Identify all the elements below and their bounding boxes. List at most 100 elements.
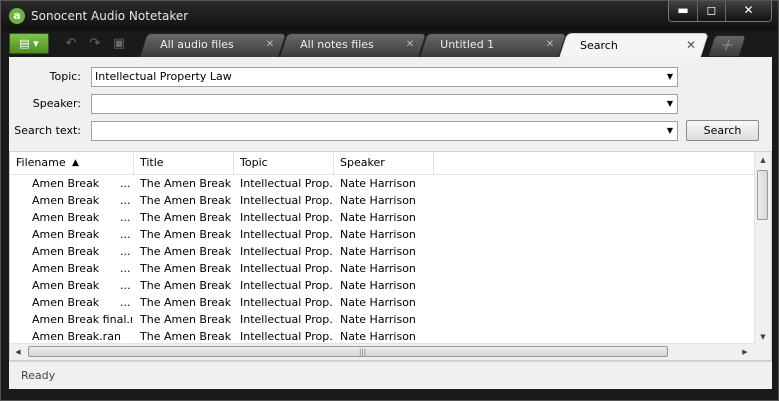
cell-ellipsis: ... <box>120 279 131 292</box>
speaker-label: Speaker: <box>32 97 81 110</box>
cell-speaker: Nate Harrison <box>340 245 416 258</box>
cell-title: The Amen Break <box>140 228 232 241</box>
cell-speaker: Nate Harrison <box>340 177 416 190</box>
tab-all-notes-files[interactable]: All notes files ✕ <box>279 33 427 57</box>
redo-icon[interactable]: ↷ <box>87 36 103 52</box>
table-row[interactable]: Amen Break... The Amen Break Intellectual … <box>10 226 755 243</box>
dropdown-arrow-icon: ▼ <box>666 126 673 135</box>
scroll-up-icon[interactable]: ▲ <box>755 152 771 168</box>
topic-dropdown[interactable]: Intellectual Property Law ▼ <box>91 67 678 87</box>
search-text-label: Search text: <box>14 124 81 137</box>
scroll-down-icon[interactable]: ▼ <box>755 329 771 345</box>
table-row[interactable]: Amen Break... The Amen Break Intellectual … <box>10 277 755 294</box>
cell-filename: Amen Break <box>32 228 100 241</box>
view-menu-button[interactable]: ▤ ▾ <box>9 33 49 54</box>
cell-speaker: Nate Harrison <box>340 228 416 241</box>
horizontal-scrollbar[interactable]: ◀ ||| ▶ <box>10 343 755 360</box>
status-bar: Ready <box>9 361 772 389</box>
table-row[interactable]: Amen Break... The Amen Break Intellectual … <box>10 192 755 209</box>
cell-title: The Amen Break <box>140 194 232 207</box>
horizontal-scroll-thumb[interactable]: ||| <box>28 346 668 357</box>
cell-topic: Intellectual Prop... <box>240 177 332 190</box>
tab-label: All notes files <box>300 38 374 51</box>
column-header-title[interactable]: Title <box>134 152 234 174</box>
tab-search[interactable]: Search ✕ <box>559 33 709 57</box>
cell-ellipsis: ... <box>120 262 131 275</box>
tab-close-icon[interactable]: ✕ <box>686 38 696 52</box>
cell-filename: Amen Break <box>32 177 100 190</box>
app-logo-icon: a <box>9 8 25 24</box>
sort-ascending-icon: ▲ <box>72 158 79 168</box>
tab-close-icon[interactable]: ✕ <box>266 39 274 50</box>
table-row[interactable]: Amen Break... The Amen Break Intellectual … <box>10 294 755 311</box>
close-button[interactable]: ✕ <box>725 1 771 21</box>
cell-topic: Intellectual Prop... <box>240 211 332 224</box>
topic-value: Intellectual Property Law <box>95 70 232 83</box>
minimize-button[interactable]: ▬ <box>669 1 697 21</box>
speaker-dropdown[interactable]: ▼ <box>91 94 678 114</box>
cell-topic: Intellectual Prop... <box>240 245 332 258</box>
cell-ellipsis <box>120 311 134 328</box>
table-header: Filename ▲ Title Topic Speaker <box>10 152 771 175</box>
dropdown-arrow-icon: ▼ <box>666 72 673 81</box>
title-bar[interactable]: a Sonocent Audio Notetaker ▬ ◻ ✕ <box>1 1 778 31</box>
column-header-topic[interactable]: Topic <box>234 152 334 174</box>
search-text-input[interactable]: ▼ <box>91 121 678 141</box>
cell-speaker: Nate Harrison <box>340 194 416 207</box>
column-header-speaker[interactable]: Speaker <box>334 152 434 174</box>
cell-filename: Amen Break <box>32 262 100 275</box>
cell-ellipsis: ... <box>120 296 131 309</box>
cell-topic: Intellectual Prop... <box>240 296 332 309</box>
tab-close-icon[interactable]: ✕ <box>406 39 414 50</box>
table-row[interactable]: Amen Break... The Amen Break Intellectual … <box>10 260 755 277</box>
cell-topic: Intellectual Prop... <box>240 279 332 292</box>
search-button[interactable]: Search <box>686 120 759 141</box>
cell-speaker: Nate Harrison <box>340 279 416 292</box>
cell-ellipsis: ... <box>120 211 131 224</box>
cell-ellipsis: ... <box>120 245 131 258</box>
cell-ellipsis: ... <box>120 177 131 190</box>
tab-all-audio-files[interactable]: All audio files ✕ <box>139 33 287 57</box>
cell-topic: Intellectual Prop... <box>240 194 332 207</box>
cell-speaker: Nate Harrison <box>340 296 416 309</box>
tab-bar: ▤ ▾ ↶ ↷ ▣ All audio files ✕ All notes fil… <box>1 31 778 57</box>
undo-icon[interactable]: ↶ <box>63 36 79 52</box>
scroll-left-icon[interactable]: ◀ <box>10 344 26 360</box>
tab-untitled-1[interactable]: Untitled 1 ✕ <box>419 33 567 57</box>
table-row[interactable]: Amen Break... The Amen Break Intellectual … <box>10 209 755 226</box>
window-controls: ▬ ◻ ✕ <box>668 1 772 22</box>
table-row[interactable]: Amen Break... The Amen Break Intellectual … <box>10 175 755 192</box>
scroll-right-icon[interactable]: ▶ <box>737 344 753 360</box>
scroll-corner <box>755 344 771 360</box>
cell-speaker: Nate Harrison <box>340 211 416 224</box>
table-row[interactable]: Amen Break... The Amen Break Intellectual … <box>10 243 755 260</box>
cell-ellipsis: ... <box>120 228 131 241</box>
vertical-scrollbar[interactable]: ▲ ▼ <box>754 152 771 345</box>
cell-filename: Amen Break <box>32 211 100 224</box>
cell-title: The Amen Break <box>140 211 232 224</box>
maximize-button[interactable]: ◻ <box>697 1 725 21</box>
cell-speaker: Nate Harrison <box>340 313 416 326</box>
cell-title: The Amen Break <box>140 313 232 326</box>
cell-filename: Amen Break <box>32 279 100 292</box>
dropdown-arrow-icon: ▼ <box>666 99 673 108</box>
tab-label: Untitled 1 <box>440 38 495 51</box>
cell-filename: Amen Break <box>32 194 100 207</box>
results-table: Filename ▲ Title Topic Speaker Amen Brea… <box>9 151 772 361</box>
tab-label: All audio files <box>160 38 234 51</box>
table-row[interactable]: Amen Break final.ran The Amen Break Intell… <box>10 311 755 328</box>
cell-title: The Amen Break <box>140 296 232 309</box>
cell-title: The Amen Break <box>140 177 232 190</box>
column-header-label: Filename <box>16 156 66 169</box>
add-tab-button[interactable]: + <box>707 35 747 57</box>
column-header-filename[interactable]: Filename ▲ <box>10 152 134 174</box>
cell-title: The Amen Break <box>140 279 232 292</box>
vertical-scroll-thumb[interactable] <box>757 170 768 220</box>
app-window: a Sonocent Audio Notetaker ▬ ◻ ✕ ▤ ▾ ↶ ↷… <box>0 0 779 401</box>
cell-filename: Amen Break <box>32 296 100 309</box>
save-icon[interactable]: ▣ <box>111 36 127 52</box>
cell-filename: Amen Break final.ran <box>32 313 132 326</box>
tab-close-icon[interactable]: ✕ <box>546 39 554 50</box>
window-title: Sonocent Audio Notetaker <box>31 9 189 23</box>
cell-topic: Intellectual Prop... <box>240 262 332 275</box>
